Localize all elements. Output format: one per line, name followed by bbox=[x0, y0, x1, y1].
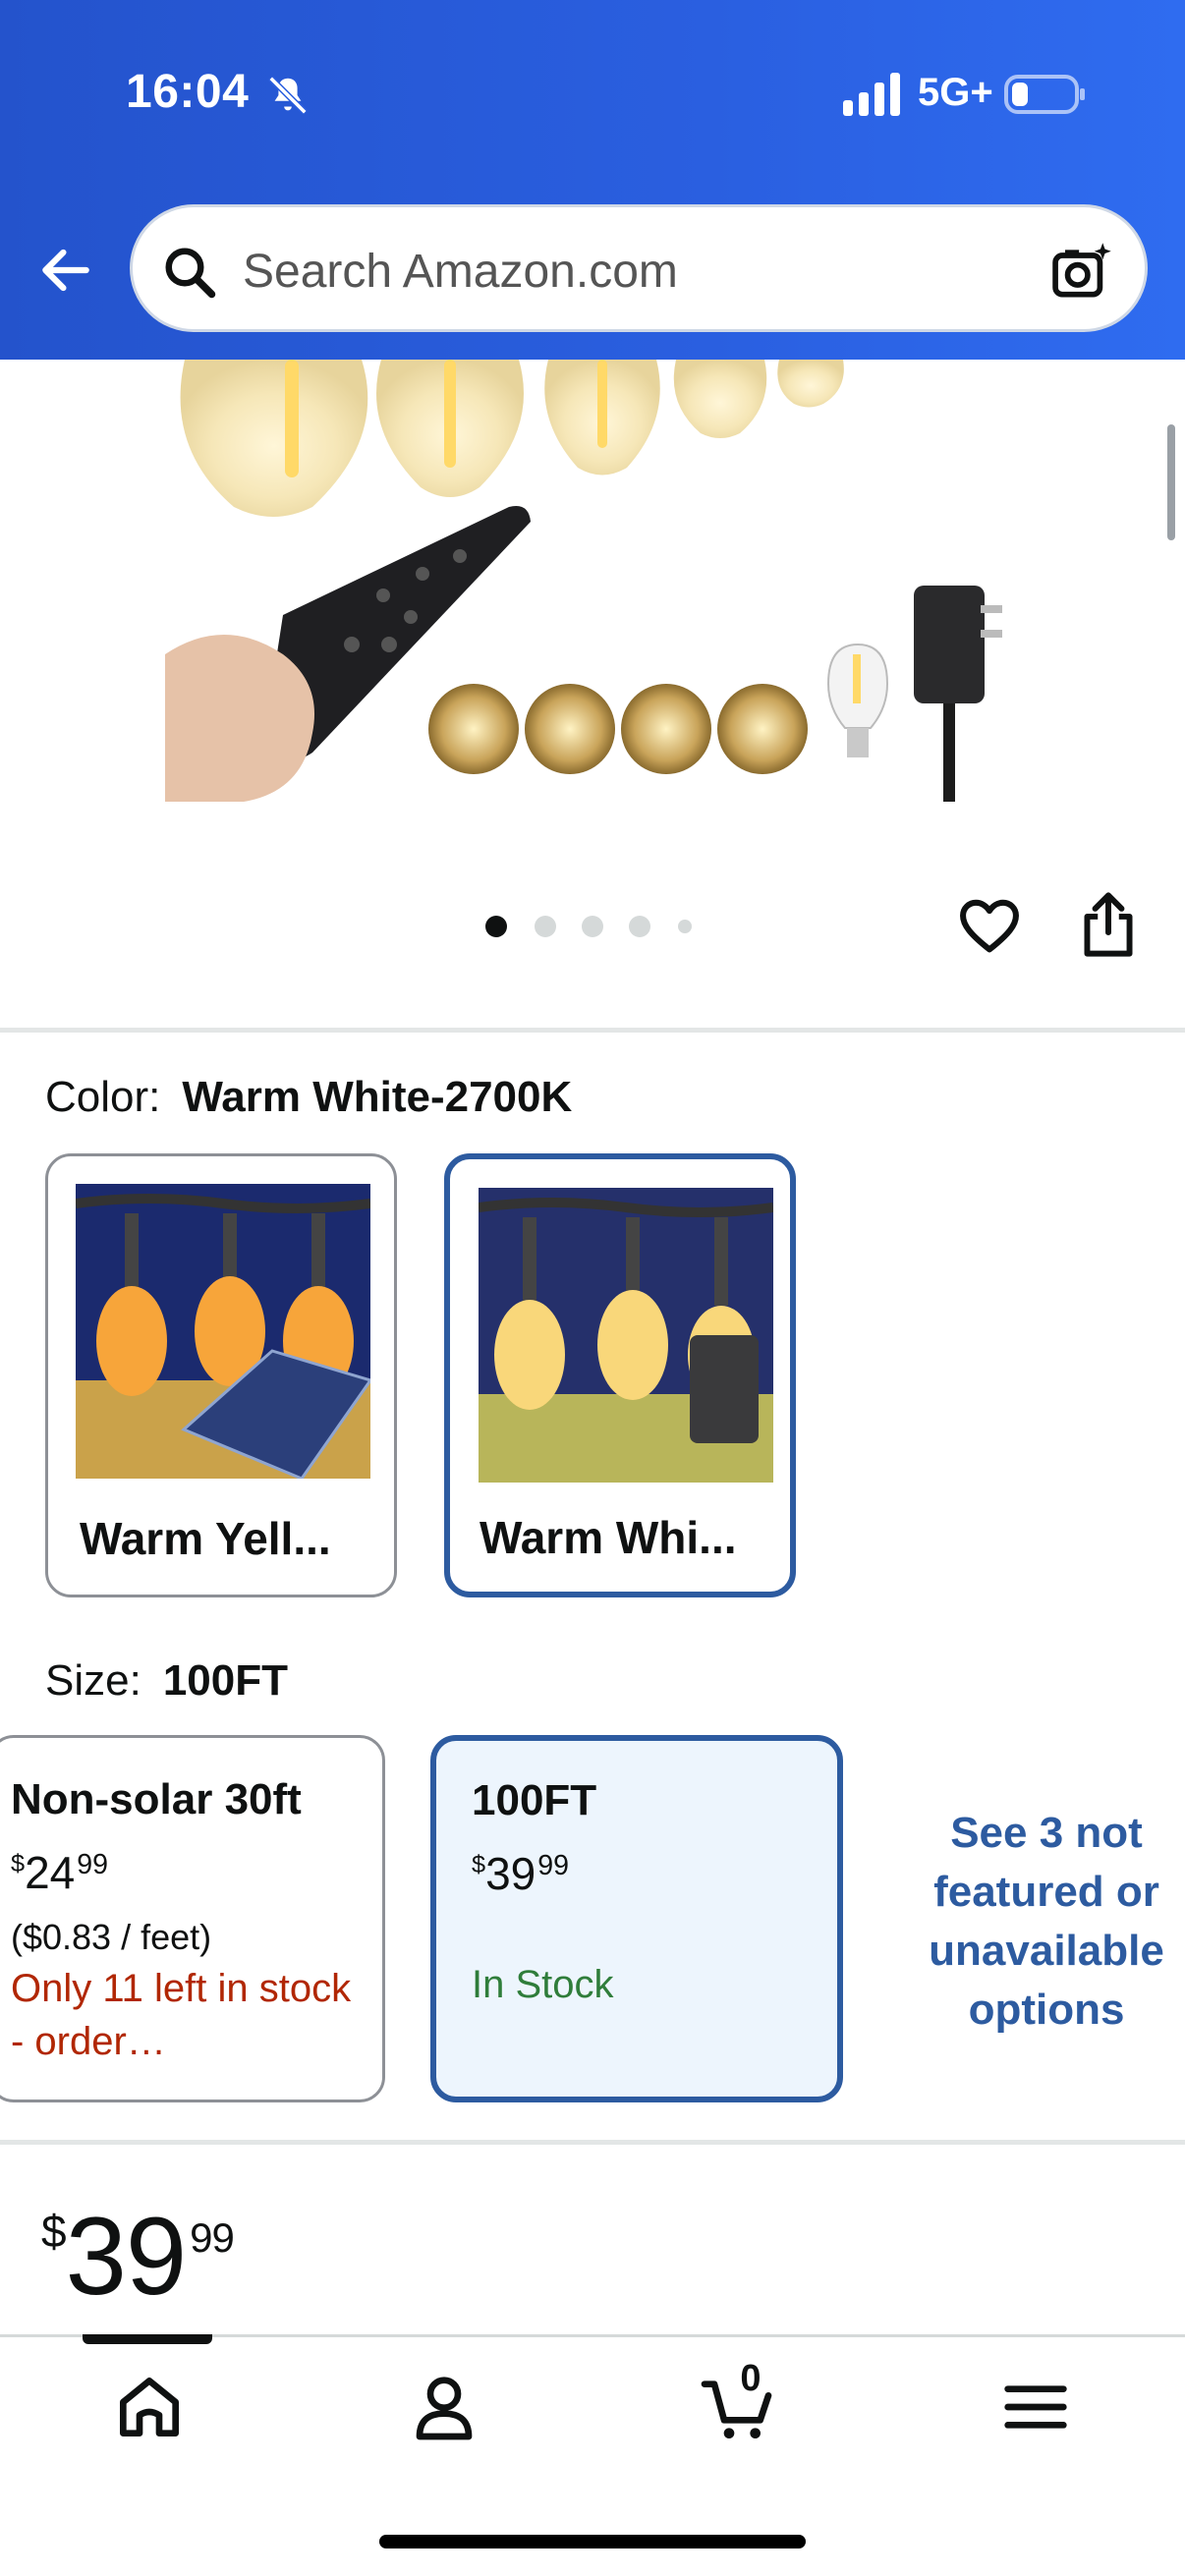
stock-status: In Stock bbox=[472, 1963, 614, 2006]
color-option-warm-yellow[interactable]: Warm Yell... bbox=[45, 1153, 397, 1597]
product-price: $3999 bbox=[41, 2193, 235, 2320]
stock-warning: Only 11 left in stock - order… bbox=[11, 1967, 352, 2063]
price-cents: 99 bbox=[537, 1849, 569, 1881]
price-cents: 99 bbox=[77, 1848, 108, 1880]
color-option-name: Warm Yell... bbox=[80, 1513, 331, 1564]
cellular-signal-icon bbox=[843, 73, 900, 116]
home-icon[interactable] bbox=[110, 2368, 189, 2446]
currency-symbol: $ bbox=[11, 1849, 26, 1877]
price-whole: 39 bbox=[485, 1848, 536, 1899]
bell-muted-icon bbox=[268, 76, 308, 115]
color-label-key: Color: bbox=[45, 1073, 161, 1121]
unit-price: ($0.83 / feet) bbox=[11, 1917, 212, 1957]
color-option-image bbox=[479, 1188, 773, 1483]
carousel-dot-active[interactable] bbox=[485, 916, 507, 937]
network-type: 5G+ bbox=[918, 71, 993, 114]
size-selected-value: 100FT bbox=[162, 1656, 288, 1705]
see-more-options-link[interactable]: See 3 not featured or unavailable option… bbox=[904, 1804, 1185, 2040]
battery-icon bbox=[1004, 75, 1085, 114]
size-option-title: 100FT bbox=[472, 1776, 597, 1824]
section-divider bbox=[0, 2140, 1185, 2145]
size-option-non-solar-30ft[interactable]: Non-solar 30ft $2499 ($0.83 / feet) Only… bbox=[0, 1735, 385, 2102]
search-icon bbox=[165, 248, 216, 299]
size-option-100ft[interactable]: 100FT $3999 In Stock bbox=[430, 1735, 843, 2102]
carousel-dot[interactable] bbox=[535, 916, 556, 937]
product-image[interactable] bbox=[165, 360, 1018, 802]
share-icon[interactable] bbox=[1079, 890, 1138, 959]
heart-icon[interactable] bbox=[957, 894, 1022, 959]
carousel-dot[interactable] bbox=[629, 916, 650, 937]
carousel-dot[interactable] bbox=[582, 916, 603, 937]
color-option-image bbox=[76, 1184, 370, 1479]
price-whole: 24 bbox=[25, 1847, 76, 1898]
currency-symbol: $ bbox=[472, 1850, 486, 1878]
back-arrow-icon[interactable] bbox=[35, 240, 96, 301]
price-cents: 99 bbox=[190, 2214, 235, 2261]
color-label: Color: Warm White-2700K bbox=[45, 1073, 572, 1122]
size-label: Size: 100FT bbox=[45, 1656, 288, 1706]
menu-icon[interactable] bbox=[996, 2368, 1075, 2446]
app-header: 16:04 5G+ bbox=[0, 0, 1185, 360]
search-input[interactable] bbox=[243, 237, 1029, 306]
active-tab-indicator bbox=[83, 2334, 212, 2344]
camera-search-icon[interactable] bbox=[1048, 239, 1115, 306]
size-option-price: $2499 bbox=[11, 1846, 108, 1899]
size-label-key: Size: bbox=[45, 1656, 141, 1705]
currency-symbol: $ bbox=[41, 2205, 67, 2257]
scroll-indicator bbox=[1167, 424, 1175, 540]
cart-count: 0 bbox=[740, 2358, 762, 2399]
size-option-title: Non-solar 30ft bbox=[11, 1775, 302, 1823]
size-option-price: $3999 bbox=[472, 1847, 569, 1900]
color-option-name: Warm Whi... bbox=[480, 1512, 737, 1563]
account-icon[interactable] bbox=[405, 2368, 483, 2446]
color-selected-value: Warm White-2700K bbox=[182, 1073, 573, 1121]
price-whole: 39 bbox=[65, 2195, 188, 2318]
color-option-warm-white[interactable]: Warm Whi... bbox=[444, 1153, 796, 1597]
carousel-dot[interactable] bbox=[678, 920, 692, 933]
home-indicator-bar bbox=[379, 2535, 806, 2548]
status-time: 16:04 bbox=[126, 66, 250, 118]
search-bar[interactable] bbox=[130, 204, 1148, 332]
section-divider bbox=[0, 1028, 1185, 1033]
